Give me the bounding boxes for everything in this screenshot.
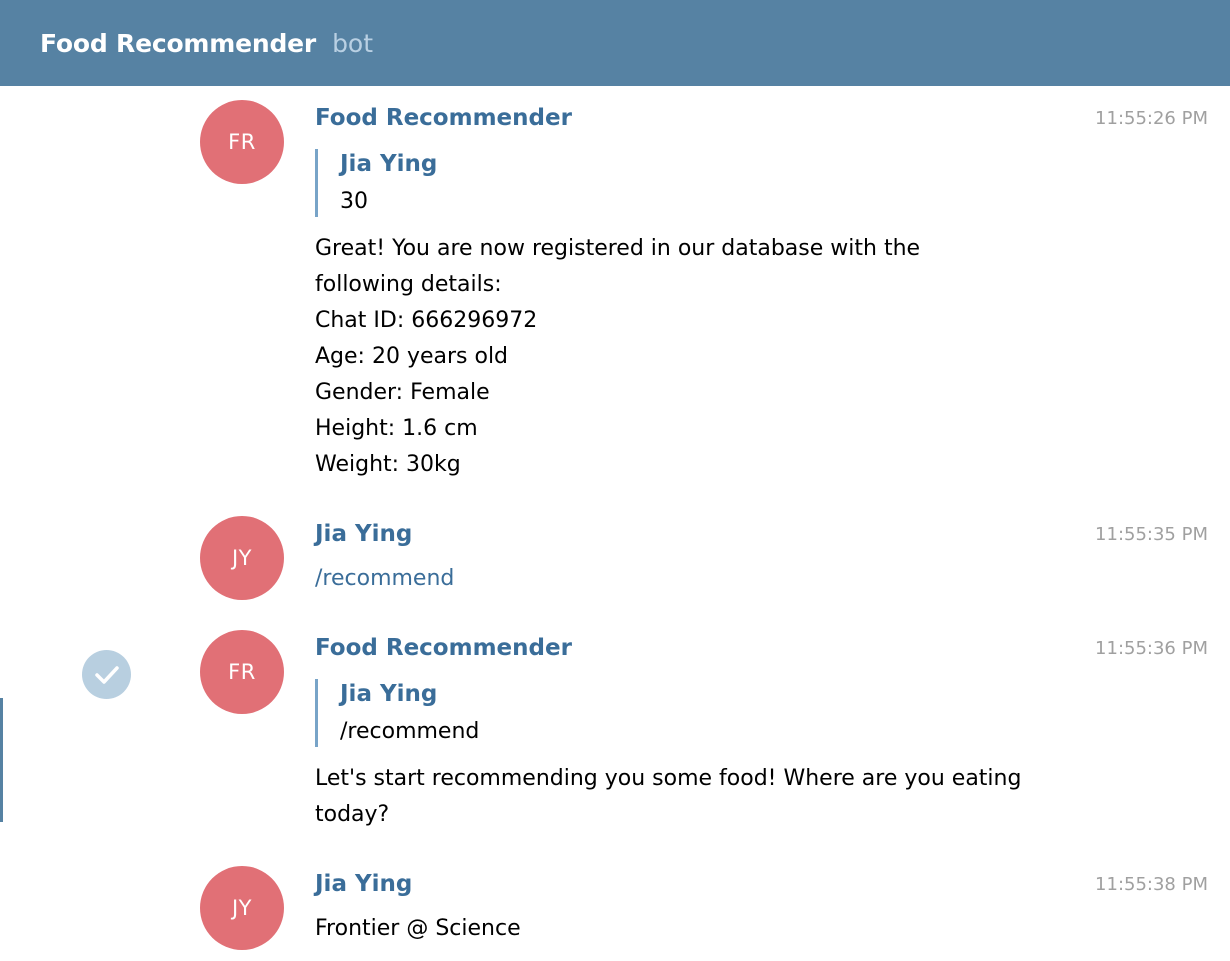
avatar[interactable]: FR — [200, 100, 284, 184]
check-icon — [94, 665, 119, 684]
message-text: Let's start recommending you some food! … — [315, 761, 1021, 833]
message-line: Chat ID: 666296972 — [315, 308, 538, 333]
message[interactable]: JY Jia Ying 11:55:38 PM Frontier @ Scien… — [0, 866, 1230, 961]
message-line: Gender: Female — [315, 380, 490, 405]
message-time: 11:55:26 PM — [1095, 108, 1208, 129]
reply-quote[interactable]: Jia Ying 30 — [315, 149, 437, 217]
avatar[interactable]: FR — [200, 630, 284, 714]
message[interactable]: FR Food Recommender 11:55:26 PM Jia Ying… — [0, 100, 1230, 502]
message-line: following details: — [315, 272, 502, 297]
reply-quote[interactable]: Jia Ying /recommend — [315, 679, 479, 747]
sender-name[interactable]: Food Recommender — [315, 105, 572, 131]
avatar[interactable]: JY — [200, 866, 284, 950]
message-time: 11:55:38 PM — [1095, 874, 1208, 895]
message-line: today? — [315, 802, 390, 827]
reply-text: 30 — [340, 189, 368, 214]
message-time: 11:55:36 PM — [1095, 638, 1208, 659]
reply-text: /recommend — [340, 719, 480, 744]
avatar[interactable]: JY — [200, 516, 284, 600]
chat-title[interactable]: Food Recommender — [40, 29, 316, 58]
reply-sender: Jia Ying — [340, 681, 438, 707]
sender-name[interactable]: Jia Ying — [315, 521, 412, 547]
chat-subtitle: bot — [332, 28, 374, 58]
message[interactable]: JY Jia Ying 11:55:35 PM /recommend — [0, 516, 1230, 618]
message-text: Frontier @ Science — [315, 916, 521, 941]
message-line: Age: 20 years old — [315, 344, 509, 369]
message-line: Height: 1.6 cm — [315, 416, 478, 441]
sender-name[interactable]: Food Recommender — [315, 635, 572, 661]
message-line: Weight: 30kg — [315, 452, 461, 477]
message-line: Great! You are now registered in our dat… — [315, 236, 921, 261]
chat-header: Food Recommender bot — [0, 0, 1230, 86]
command-link[interactable]: /recommend — [315, 561, 454, 597]
message[interactable]: FR Food Recommender 11:55:36 PM Jia Ying… — [0, 630, 1230, 852]
sender-name[interactable]: Jia Ying — [315, 871, 412, 897]
reply-sender: Jia Ying — [340, 151, 438, 177]
message-line: Let's start recommending you some food! … — [315, 766, 1022, 791]
message-time: 11:55:35 PM — [1095, 524, 1208, 545]
check-icon[interactable] — [82, 650, 131, 699]
message-text: Great! You are now registered in our dat… — [315, 231, 920, 483]
